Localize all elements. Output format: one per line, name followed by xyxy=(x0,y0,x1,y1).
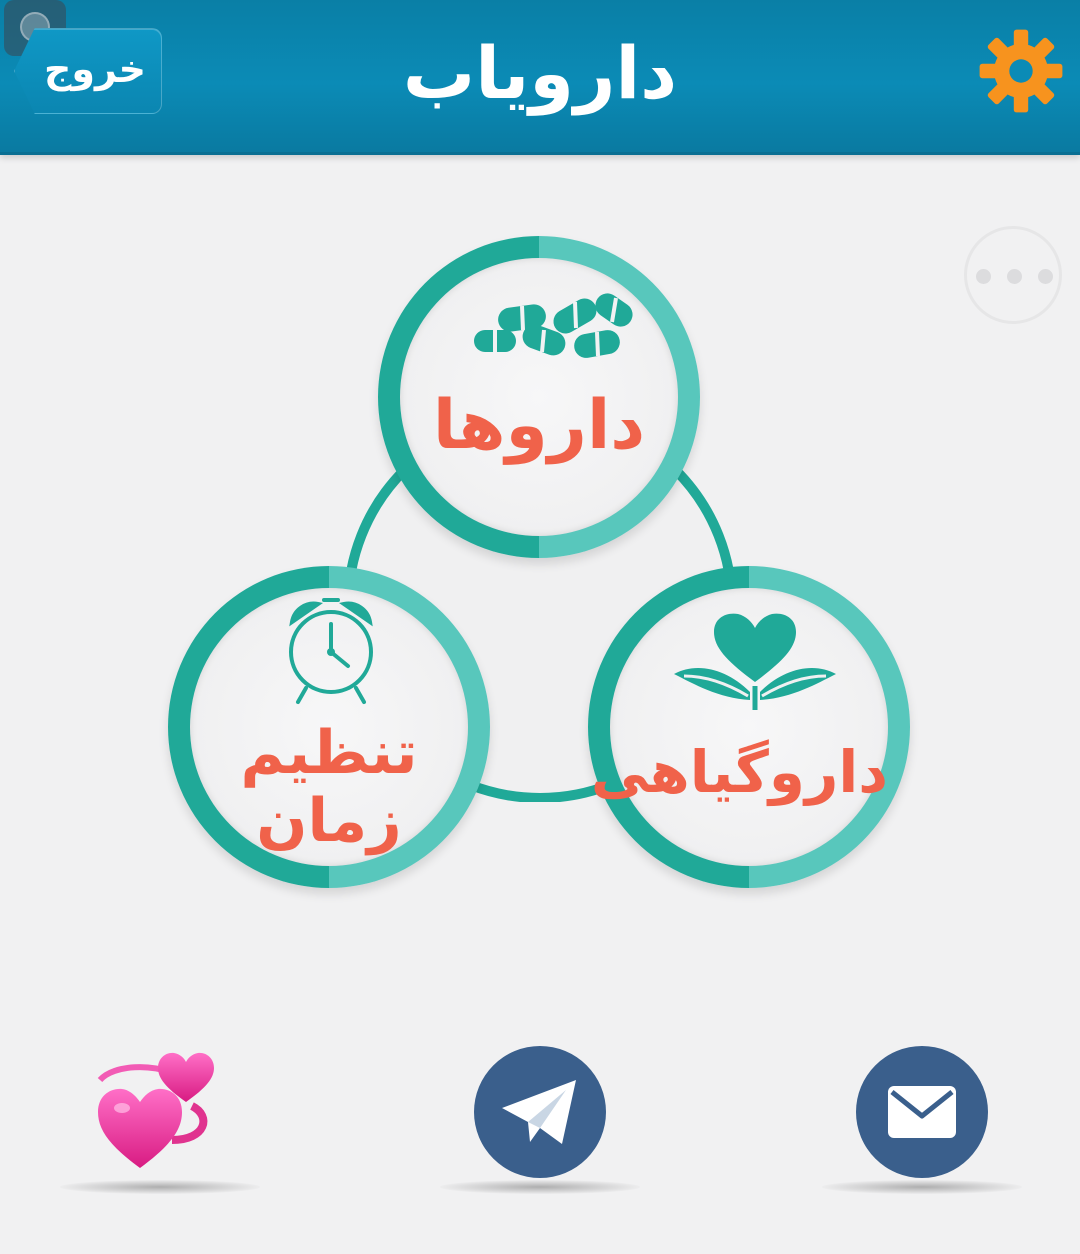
drugs-label: داروها xyxy=(432,386,646,465)
reminder-label-line2: زمان xyxy=(256,786,402,856)
drugs-button-face: داروها xyxy=(400,258,678,536)
exit-button[interactable]: خروج xyxy=(14,28,162,114)
telegram-icon xyxy=(502,1080,576,1144)
mail-icon xyxy=(888,1086,956,1138)
drugs-button[interactable]: داروها xyxy=(378,236,700,558)
app-header: خروج دارویاب xyxy=(0,0,1080,155)
app-title: دارویاب xyxy=(402,31,678,115)
reminder-button-face: تنظیم زمان xyxy=(190,588,468,866)
gear-icon[interactable] xyxy=(976,26,1066,116)
reminder-button[interactable]: تنظیم زمان xyxy=(168,566,490,888)
hearts-shadow xyxy=(60,1180,260,1194)
herbal-button-face: داروگیاهی xyxy=(590,588,888,866)
telegram-shadow xyxy=(440,1180,640,1194)
herbal-label: داروگیاهی xyxy=(590,738,888,806)
telegram-button[interactable] xyxy=(474,1046,606,1178)
herbal-button[interactable]: داروگیاهی xyxy=(588,566,910,888)
more-dots-icon xyxy=(976,269,991,284)
mail-shadow xyxy=(822,1180,1022,1194)
pills-icon xyxy=(474,293,633,358)
leaf-heart-icon xyxy=(674,613,836,710)
hearts-icon[interactable] xyxy=(94,1044,224,1174)
more-dots-icon xyxy=(1038,269,1053,284)
alarm-clock-icon xyxy=(289,598,373,704)
reminder-label-line1: تنظیم xyxy=(240,718,418,788)
mail-button[interactable] xyxy=(856,1046,988,1178)
more-dots-icon xyxy=(1007,269,1022,284)
more-options-button[interactable] xyxy=(964,226,1062,324)
